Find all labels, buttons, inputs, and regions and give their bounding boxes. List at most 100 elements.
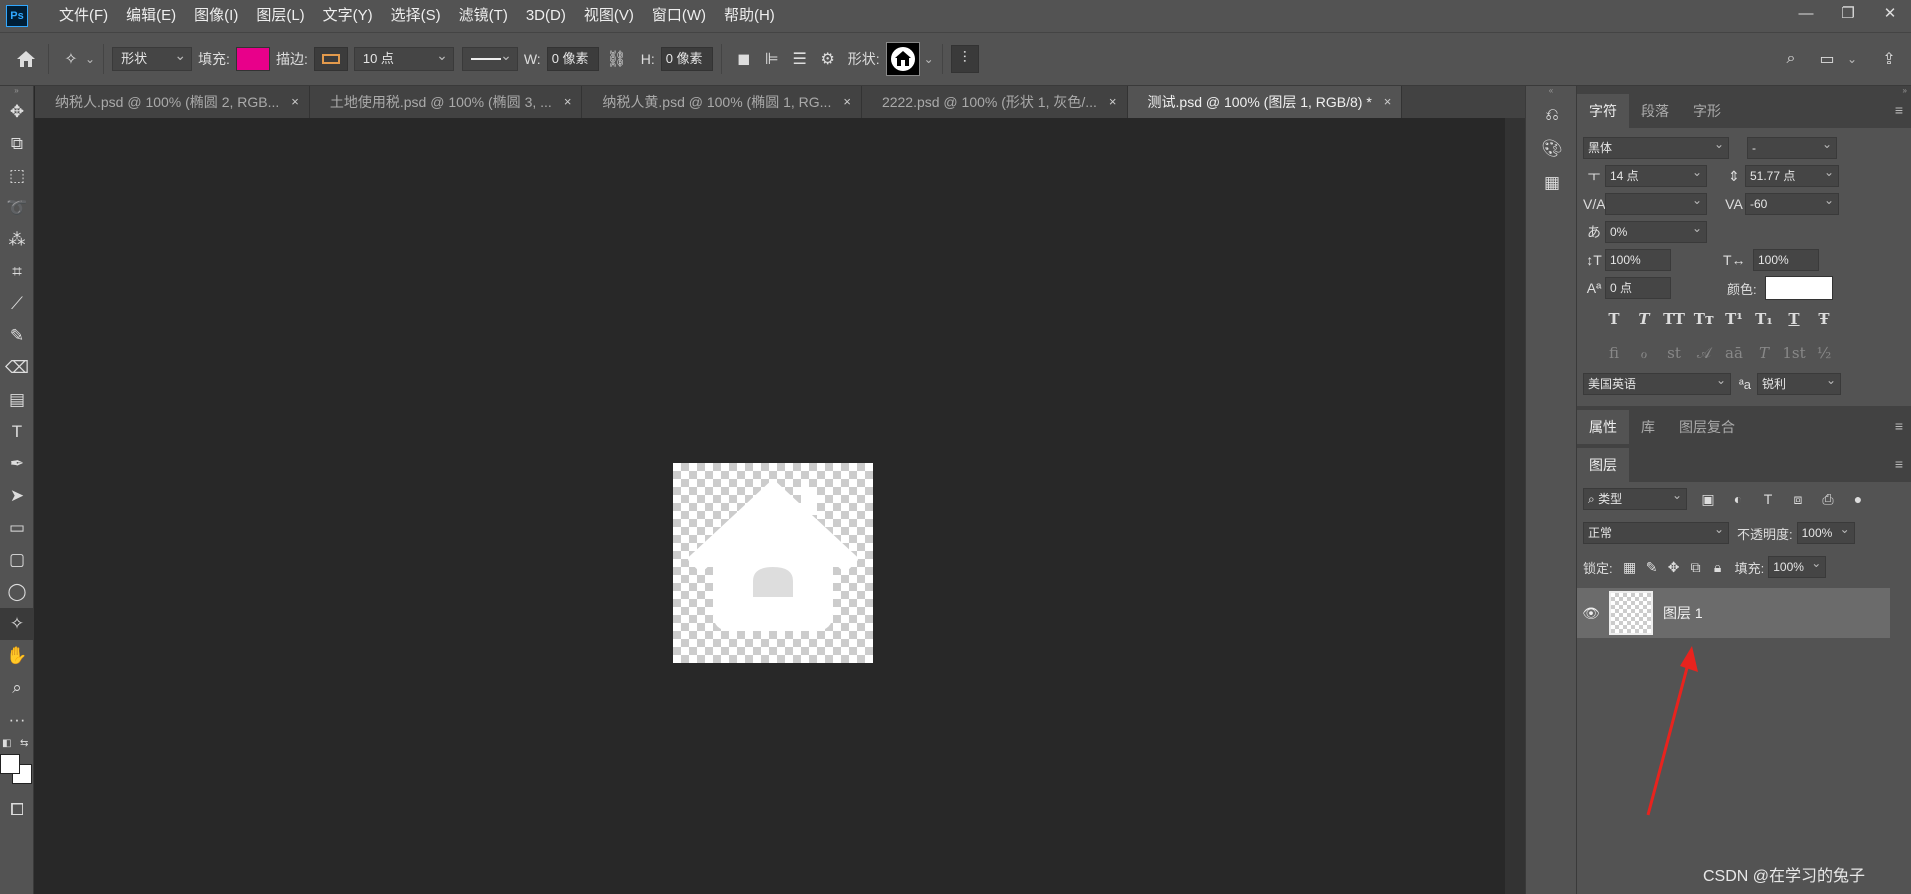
superscript-button[interactable]: T¹ (1719, 310, 1749, 328)
menu-select[interactable]: 选择(S) (382, 0, 450, 32)
all-caps-button[interactable]: TT (1659, 310, 1689, 328)
baseline-shift-input[interactable]: 0 点 (1605, 277, 1671, 299)
vertical-scrollbar[interactable] (1505, 118, 1525, 894)
font-style-select[interactable]: - (1747, 134, 1837, 159)
gradient-tool-icon[interactable]: ▤ (0, 384, 34, 416)
menu-3d[interactable]: 3D(D) (517, 0, 575, 32)
gear-icon[interactable]: ⚙ (814, 45, 842, 73)
fill-input[interactable]: 100% (1768, 553, 1827, 578)
close-tab-icon[interactable]: × (564, 86, 572, 118)
custom-shape-tool-icon[interactable]: ✧ (0, 608, 34, 640)
rounded-rectangle-tool-icon[interactable]: ▢ (0, 544, 34, 576)
small-caps-button[interactable]: Tт (1689, 310, 1719, 328)
opacity-input[interactable]: 100% (1796, 519, 1855, 544)
vertical-scale-input[interactable]: 100% (1605, 249, 1671, 271)
path-selection-tool-icon[interactable]: ➤ (0, 480, 34, 512)
tab-layer-comps[interactable]: 图层复合 (1667, 410, 1747, 444)
tsume-select[interactable]: 0% (1605, 218, 1707, 243)
filter-pixel-icon[interactable]: ▣ (1697, 491, 1719, 508)
move-tool-icon[interactable]: ✥ (0, 96, 34, 128)
screen-mode-icon[interactable]: ⧠ (0, 794, 34, 826)
path-operations-icon[interactable]: ◼ (730, 45, 758, 73)
tab-character[interactable]: 字符 (1577, 94, 1629, 128)
height-input[interactable]: 0 像素 (660, 47, 713, 71)
stroke-type-select[interactable] (461, 44, 518, 71)
filter-adjustment-icon[interactable]: ◐ (1727, 491, 1749, 507)
default-colors-icon[interactable]: ◧ (2, 738, 11, 749)
lock-pixels-icon[interactable]: ✎ (1641, 559, 1663, 576)
filter-type-icon[interactable]: T (1757, 491, 1779, 507)
swash-button[interactable]: 𝒜 (1689, 344, 1719, 362)
zoom-tool-icon[interactable]: ⌕ (0, 672, 34, 704)
menu-window[interactable]: 窗口(W) (643, 0, 715, 32)
search-icon[interactable]: ⌕ (1777, 45, 1805, 73)
kerning-select[interactable] (1605, 190, 1707, 215)
history-icon[interactable]: ⎌ (1526, 98, 1578, 132)
shape-picker-chevron-icon[interactable]: ⌄ (924, 52, 934, 66)
align-edges-icon[interactable]: ⫶ (950, 45, 979, 73)
faux-italic-button[interactable]: T (1629, 310, 1659, 328)
eye-icon[interactable]: 👁︎ (1577, 605, 1605, 622)
marquee-tool-icon[interactable]: ⬚ (0, 160, 34, 192)
layer-filter-select[interactable]: ⌕ 类型 (1583, 485, 1687, 510)
lock-transparent-icon[interactable]: ▦ (1619, 559, 1641, 576)
close-tab-icon[interactable]: × (1109, 86, 1117, 118)
swap-colors-icon[interactable]: ⇆ (20, 738, 28, 749)
tab-tudi[interactable]: 土地使用税.psd @ 100% (椭圆 3, ... × (310, 86, 583, 118)
artboard-tool-icon[interactable]: ⧉ (0, 128, 34, 160)
menu-image[interactable]: 图像(I) (185, 0, 247, 32)
rectangle-tool-icon[interactable]: ▭ (0, 512, 34, 544)
minimize-button[interactable]: — (1785, 0, 1827, 26)
width-input[interactable]: 0 像素 (546, 47, 599, 71)
eyedropper-tool-icon[interactable]: ⟋ (0, 288, 34, 320)
home-icon[interactable] (12, 45, 40, 73)
font-family-select[interactable]: 黑体 (1583, 134, 1729, 159)
shape-picker[interactable] (885, 42, 920, 76)
filter-shape-icon[interactable]: ⧈ (1787, 491, 1809, 508)
tab-paragraph[interactable]: 段落 (1629, 94, 1681, 128)
canvas-area[interactable] (35, 118, 1505, 894)
type-tool-icon[interactable]: T (0, 416, 34, 448)
filter-smart-object-icon[interactable]: ⎙ (1817, 491, 1839, 508)
tracking-select[interactable]: -60 (1745, 190, 1839, 215)
brush-tool-icon[interactable]: ✎ (0, 320, 34, 352)
tab-glyphs[interactable]: 字形 (1681, 94, 1733, 128)
lock-all-icon[interactable]: 🔒︎ (1707, 559, 1729, 576)
close-tab-icon[interactable]: × (843, 86, 851, 118)
tab-nashuiren[interactable]: 纳税人.psd @ 100% (椭圆 2, RGB... × (35, 86, 310, 118)
tab-libraries[interactable]: 库 (1629, 410, 1667, 444)
fractions-button[interactable]: ½ (1809, 344, 1839, 362)
toolbar-collapse-icon[interactable]: » (0, 86, 33, 96)
filter-toggle-icon[interactable]: ● (1847, 491, 1869, 507)
menu-filter[interactable]: 滤镜(T) (450, 0, 517, 32)
tool-preset-chevron-icon[interactable]: ⌄ (85, 52, 95, 66)
strip-collapse-icon[interactable]: « (1526, 86, 1576, 95)
eraser-tool-icon[interactable]: ⌫ (0, 352, 34, 384)
document-canvas[interactable] (673, 463, 873, 663)
share-icon[interactable]: ⇪ (1875, 45, 1903, 73)
underline-button[interactable]: T (1779, 310, 1809, 328)
close-tab-icon[interactable]: × (291, 86, 299, 118)
close-tab-icon[interactable]: × (1384, 86, 1392, 118)
menu-view[interactable]: 视图(V) (575, 0, 643, 32)
tab-layers[interactable]: 图层 (1577, 448, 1629, 482)
blend-mode-select[interactable]: 正常 (1583, 519, 1729, 544)
crop-tool-icon[interactable]: ⌗ (0, 256, 34, 288)
font-size-select[interactable]: 14 点 (1605, 162, 1707, 187)
close-window-button[interactable]: ✕ (1869, 0, 1911, 26)
horizontal-scale-input[interactable]: 100% (1753, 249, 1819, 271)
tab-2222[interactable]: 2222.psd @ 100% (形状 1, 灰色/... × (862, 86, 1128, 118)
stroke-color-swatch[interactable] (313, 47, 348, 71)
layer-row[interactable]: 👁︎ 图层 1 (1577, 588, 1890, 638)
panel-menu-icon[interactable]: ≡ (1895, 418, 1903, 434)
subscript-button[interactable]: T₁ (1749, 310, 1779, 328)
discretionary-ligatures-button[interactable]: st (1659, 344, 1689, 362)
pen-tool-icon[interactable]: ✒ (0, 448, 34, 480)
workspace-chevron-icon[interactable]: ⌄ (1847, 52, 1857, 66)
lock-position-icon[interactable]: ✥ (1663, 559, 1685, 576)
antialias-select[interactable]: 锐利 (1757, 370, 1842, 395)
leading-select[interactable]: 51.77 点 (1745, 162, 1839, 187)
shape-mode-select[interactable]: 形状 (112, 44, 193, 71)
lock-artboard-icon[interactable]: ⧉ (1685, 559, 1707, 576)
ligatures-button[interactable]: fi (1599, 344, 1629, 362)
